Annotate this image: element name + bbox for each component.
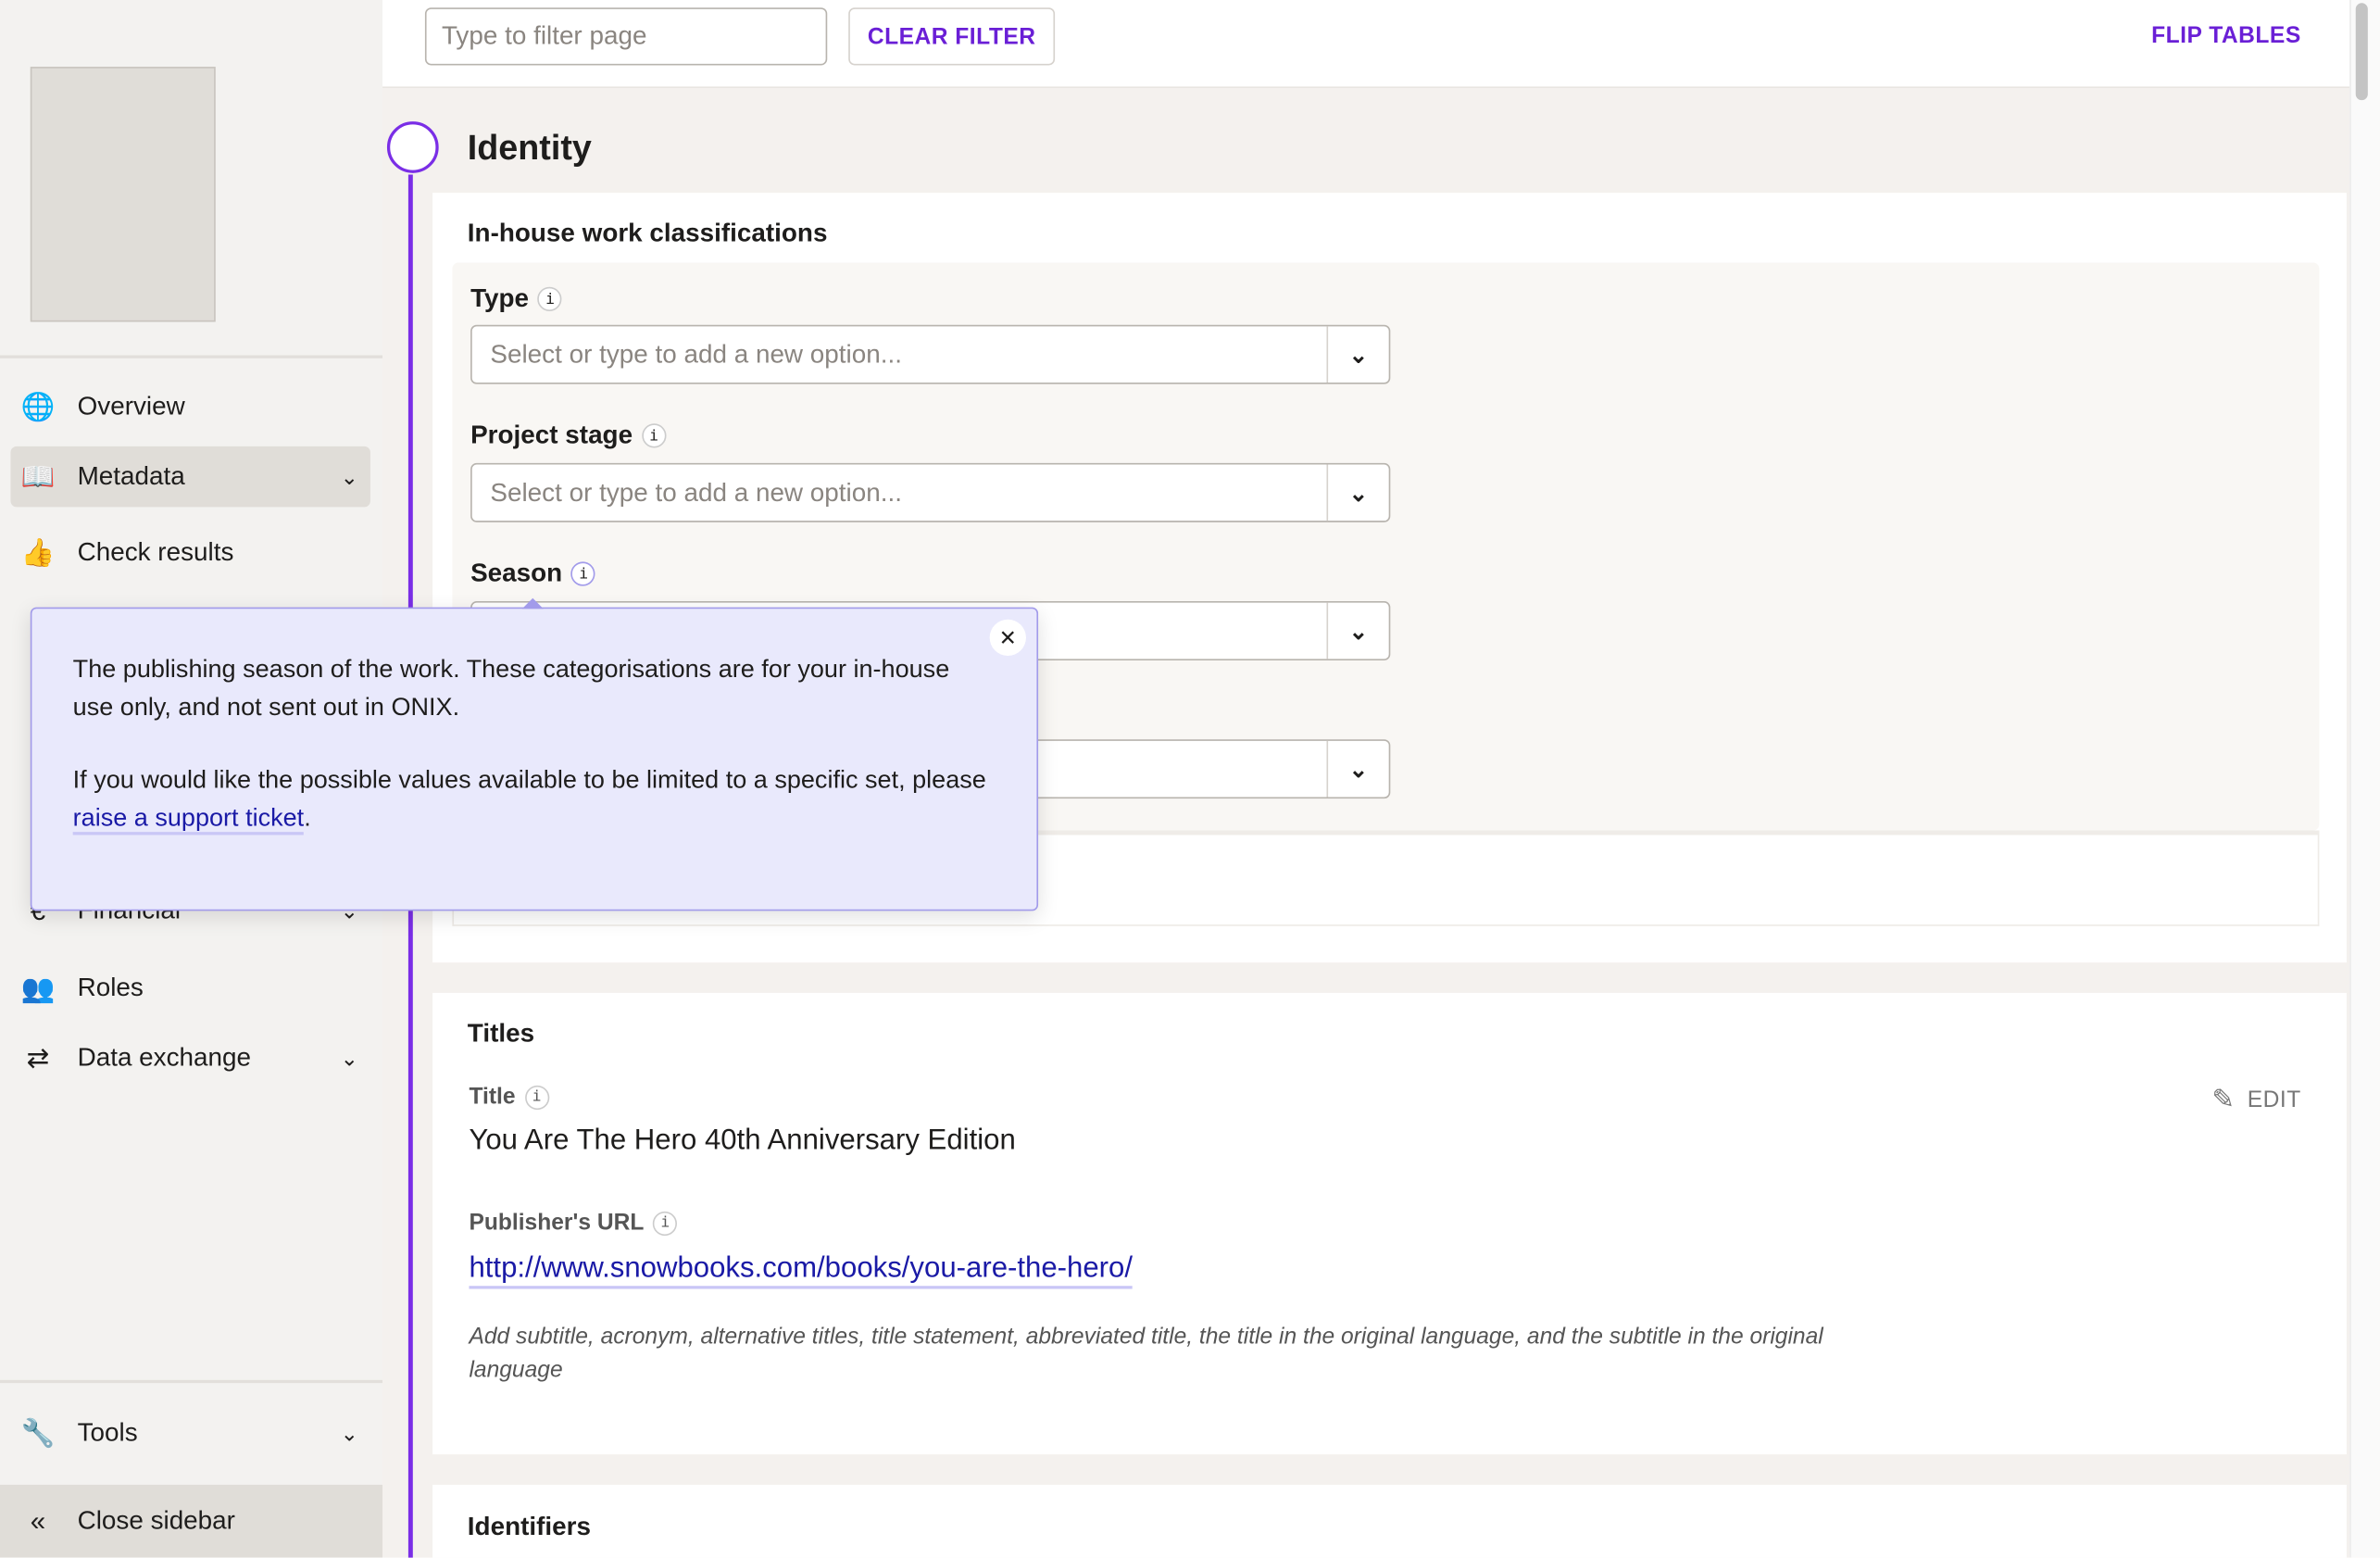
timeline-node bbox=[386, 121, 439, 173]
sidebar-item-overview[interactable]: 🌐 Overview bbox=[10, 376, 370, 437]
add-subtitle-hint[interactable]: Add subtitle, acronym, alternative title… bbox=[469, 1321, 1849, 1388]
close-icon[interactable]: ✕ bbox=[989, 619, 1026, 657]
scrollbar[interactable] bbox=[2349, 0, 2380, 1558]
titles-card: Titles Title i ✎ EDIT You Are The Hero 40t… bbox=[432, 992, 2347, 1455]
flip-tables-button[interactable]: FLIP TABLES bbox=[2151, 23, 2301, 49]
close-sidebar-button[interactable]: « Close sidebar bbox=[0, 1484, 383, 1558]
sidebar-item-metadata[interactable]: 📖 Metadata ⌄ bbox=[10, 446, 370, 508]
chevron-down-icon: ⌄ bbox=[340, 1045, 358, 1070]
chevron-down-icon: ⌄ bbox=[340, 463, 358, 488]
top-bar: Type to filter page CLEAR FILTER FLIP TA… bbox=[382, 0, 2350, 89]
project-stage-select[interactable]: Select or type to add a new option... ⌄ bbox=[470, 462, 1391, 522]
divider bbox=[0, 355, 383, 358]
url-label: Publisher's URL i bbox=[469, 1210, 678, 1236]
section-title: Identity bbox=[467, 127, 592, 168]
season-label: Season i bbox=[470, 559, 596, 589]
sidebar-item-data-exchange[interactable]: ⇄ Data exchange ⌄ bbox=[10, 1028, 370, 1089]
season-info-tooltip: The publishing season of the work. These… bbox=[30, 607, 1039, 911]
divider bbox=[0, 1379, 383, 1384]
chevron-down-icon[interactable]: ⌄ bbox=[1326, 602, 1388, 660]
info-icon[interactable]: i bbox=[537, 286, 563, 311]
label: Overview bbox=[77, 391, 185, 421]
label: Roles bbox=[77, 973, 144, 1002]
tooltip-arrow bbox=[521, 597, 544, 609]
tooltip-text: If you would like the possible values av… bbox=[72, 762, 996, 838]
people-icon: 👥 bbox=[20, 972, 56, 1003]
scrollbar-thumb[interactable] bbox=[2355, 3, 2368, 101]
info-icon[interactable]: i bbox=[641, 423, 667, 448]
wrench-icon: 🔧 bbox=[20, 1417, 56, 1448]
publisher-url-link[interactable]: http://www.snowbooks.com/books/you-are-t… bbox=[469, 1252, 1134, 1289]
title-value: You Are The Hero 40th Anniversary Editio… bbox=[469, 1125, 1016, 1157]
exchange-icon: ⇄ bbox=[26, 1042, 50, 1073]
double-chevron-left-icon: « bbox=[30, 1505, 46, 1536]
book-cover-placeholder bbox=[30, 67, 216, 322]
info-icon[interactable]: i bbox=[653, 1211, 678, 1236]
card-title: Identifiers bbox=[467, 1512, 591, 1541]
label: Check results bbox=[77, 537, 234, 567]
card-title: Titles bbox=[467, 1018, 535, 1048]
globe-icon: 🌐 bbox=[20, 391, 56, 421]
type-select[interactable]: Select or type to add a new option... ⌄ bbox=[470, 324, 1391, 384]
chevron-down-icon: ⌄ bbox=[340, 1420, 358, 1445]
edit-button[interactable]: ✎ EDIT bbox=[2211, 1084, 2300, 1115]
card-title: In-house work classifications bbox=[467, 219, 828, 248]
identifiers-card: Identifiers bbox=[432, 1484, 2347, 1558]
tooltip-text: The publishing season of the work. These… bbox=[72, 656, 950, 722]
chevron-down-icon[interactable]: ⌄ bbox=[1326, 740, 1388, 798]
project-stage-label: Project stage i bbox=[470, 421, 667, 451]
info-icon[interactable]: i bbox=[524, 1085, 549, 1110]
thumbs-up-icon: 👍 bbox=[20, 536, 56, 568]
label: Metadata bbox=[77, 461, 185, 491]
support-ticket-link[interactable]: raise a support ticket bbox=[72, 804, 305, 836]
sidebar-item-tools[interactable]: 🔧 Tools ⌄ bbox=[10, 1402, 370, 1464]
placeholder: Select or type to add a new option... bbox=[490, 477, 902, 507]
placeholder: Select or type to add a new option... bbox=[490, 339, 902, 369]
filter-input[interactable]: Type to filter page bbox=[424, 7, 828, 66]
sidebar-item-check-results[interactable]: 👍 Check results bbox=[10, 522, 370, 584]
info-icon[interactable]: i bbox=[571, 561, 596, 586]
title-label: Title i bbox=[469, 1084, 549, 1110]
pencil-icon: ✎ bbox=[2211, 1084, 2236, 1115]
chevron-down-icon[interactable]: ⌄ bbox=[1326, 464, 1388, 521]
label: Tools bbox=[77, 1417, 138, 1447]
sidebar-item-roles[interactable]: 👥 Roles bbox=[10, 958, 370, 1019]
clear-filter-button[interactable]: CLEAR FILTER bbox=[848, 7, 1056, 66]
label: Data exchange bbox=[77, 1042, 252, 1073]
label: Close sidebar bbox=[77, 1505, 235, 1536]
chevron-down-icon[interactable]: ⌄ bbox=[1326, 326, 1388, 383]
book-open-icon: 📖 bbox=[20, 460, 56, 492]
type-label: Type i bbox=[470, 283, 563, 314]
